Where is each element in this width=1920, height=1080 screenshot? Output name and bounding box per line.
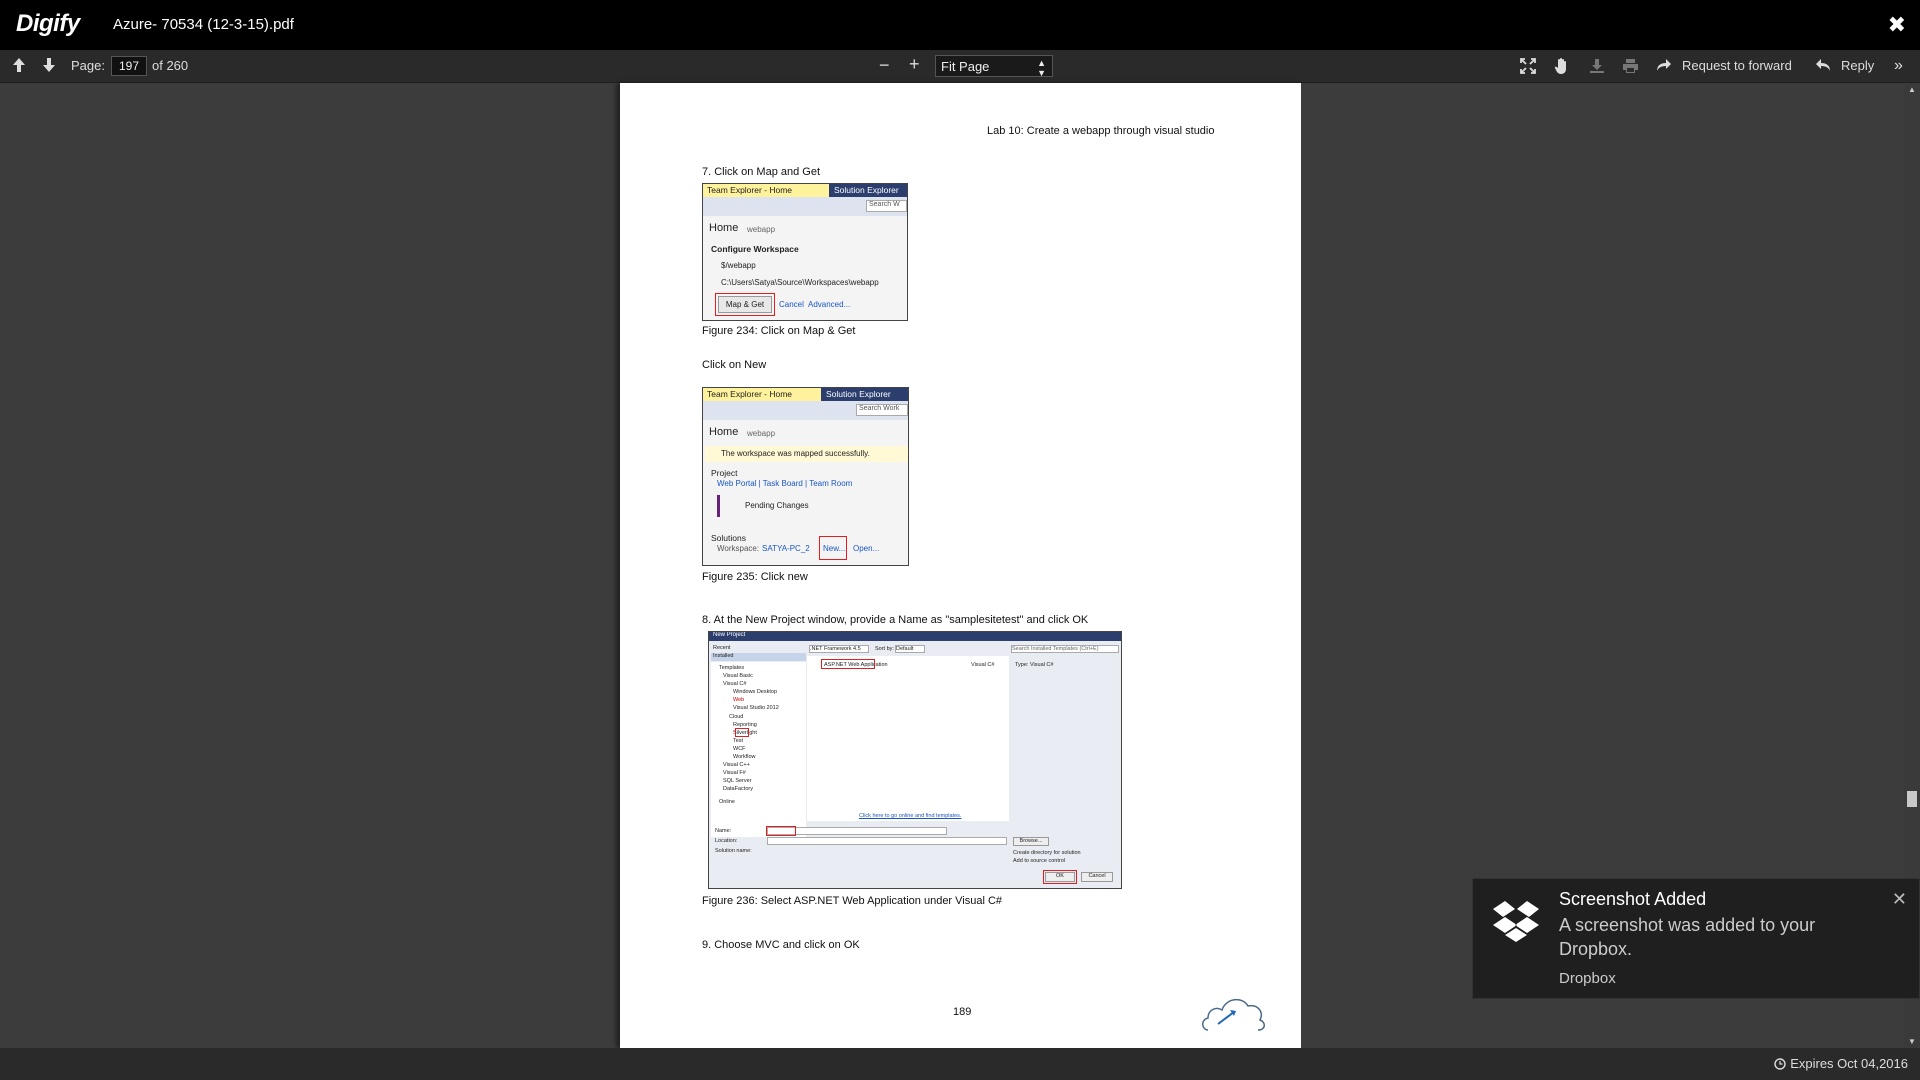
title-bar: Digify Azure- 70534 (12-3-15).pdf ✖ [0, 0, 1920, 50]
np-title: New Project [709, 632, 1121, 641]
np-recent: Recent [713, 645, 731, 651]
te-pending: Pending Changes [745, 501, 809, 510]
np-template-lang: Visual C# [971, 662, 995, 668]
np-create-dir: Create directory for solution [1013, 850, 1081, 856]
clock-icon [1774, 1057, 1786, 1070]
te-info: The workspace was mapped successfully. [721, 449, 870, 458]
figure-235-image: Team Explorer - Home Solution Explorer S… [702, 387, 909, 566]
np-add-src: Add to source control [1013, 858, 1065, 864]
click-new-text: Click on New [702, 359, 767, 371]
np-installed: Installed [711, 653, 806, 661]
tab-team-explorer: Team Explorer - Home [703, 388, 821, 401]
te-open: Open... [853, 544, 880, 553]
te-home: Home [709, 222, 739, 234]
tab-solution-explorer: Solution Explorer [834, 185, 899, 195]
dropbox-icon [1491, 899, 1541, 947]
te-search: Search W [866, 200, 907, 212]
page-label: Page: [71, 58, 105, 73]
fullscreen-icon[interactable] [1520, 58, 1536, 74]
next-page-icon[interactable] [42, 57, 56, 73]
zoom-in-button[interactable]: + [909, 54, 920, 75]
np-cancel: Cancel [1081, 872, 1113, 882]
te-search: Search Work [856, 404, 908, 416]
highlight-box [819, 536, 847, 560]
page-number: 189 [953, 1006, 972, 1018]
np-online-link: Click here to go online and find templat… [859, 813, 962, 819]
step-8: 8. At the New Project window, provide a … [702, 614, 1089, 626]
page-number-input[interactable]: 197 [111, 56, 147, 76]
status-bar: Expires Oct 04,2016 [0, 1048, 1920, 1080]
zoom-out-button[interactable]: − [879, 55, 890, 76]
figure-236-caption: Figure 236: Select ASP.NET Web Applicati… [702, 895, 1003, 907]
reply-button[interactable]: Reply [1841, 58, 1874, 73]
np-solution-label: Solution name: [715, 848, 752, 854]
highlight-box [735, 728, 749, 737]
document-title: Azure- 70534 (12-3-15).pdf [113, 16, 294, 33]
fit-mode-select[interactable]: Fit Page ▲ ▼ [935, 55, 1053, 78]
np-name-label: Name: [715, 828, 732, 834]
close-icon[interactable]: ✖ [1888, 12, 1906, 38]
highlight-box [821, 659, 875, 669]
np-browse: Browse... [1013, 837, 1049, 846]
figure-234-image: Team Explorer - Home Solution Explorer S… [702, 183, 908, 321]
cloud-logo-icon [1200, 988, 1270, 1034]
te-path2: C:\Users\Satya\Source\Workspaces\webapp [721, 278, 879, 287]
te-home: Home [709, 426, 739, 438]
toast-title: Screenshot Added [1559, 889, 1707, 909]
np-template-list [807, 656, 1009, 821]
prev-page-icon[interactable] [12, 57, 26, 73]
np-sort: Sort by: [875, 646, 894, 652]
highlight-box [766, 826, 796, 836]
te-workspace-value: SATYA-PC_2 [762, 544, 810, 553]
te-advanced: Advanced... [808, 300, 851, 309]
scroll-down-icon[interactable]: ▼ [1908, 1037, 1916, 1046]
np-sort-value: Default [895, 645, 925, 653]
app-logo: Digify [16, 10, 80, 37]
print-icon [1622, 58, 1639, 74]
np-search: Search Installed Templates (Ctrl+E) [1011, 645, 1119, 653]
step-7: 7. Click on Map and Get [702, 166, 821, 178]
np-location-label: Location: [715, 838, 738, 844]
pdf-page: Lab 10: Create a webapp through visual s… [620, 83, 1301, 1048]
tab-team-explorer: Team Explorer - Home [703, 184, 829, 197]
figure-236-image: New Project Recent Installed Templates V… [708, 631, 1122, 889]
te-home-sub: webapp [747, 429, 776, 438]
te-home-sub: webapp [747, 225, 776, 234]
scroll-thumb[interactable] [1907, 791, 1917, 807]
hand-tool-icon[interactable] [1554, 57, 1570, 75]
te-path1: $/webapp [721, 261, 756, 270]
reply-icon[interactable] [1815, 58, 1831, 72]
figure-235-caption: Figure 235: Click new [702, 571, 808, 583]
toast-close-icon[interactable]: ✕ [1892, 889, 1907, 910]
step-9: 9. Choose MVC and click on OK [702, 939, 860, 951]
download-icon [1589, 58, 1605, 74]
request-forward-button[interactable]: Request to forward [1682, 58, 1792, 73]
expiry-text: Expires Oct 04,2016 [1790, 1056, 1908, 1071]
te-solutions: Solutions [711, 533, 746, 543]
te-section: Configure Workspace [711, 244, 799, 254]
highlight-box [715, 293, 775, 316]
page-total: of 260 [152, 58, 189, 73]
scroll-up-icon[interactable]: ▲ [1908, 85, 1916, 94]
np-type: Type: Visual C# [1015, 662, 1054, 668]
fit-mode-value: Fit Page [941, 59, 990, 74]
toast-body: A screenshot was added to your Dropbox. [1559, 915, 1816, 959]
dropbox-notification[interactable]: Screenshot Added A screenshot was added … [1472, 878, 1920, 999]
forward-icon[interactable] [1656, 58, 1672, 72]
viewer-toolbar: Page: 197 of 260 − + Fit Page ▲ ▼ Request… [0, 50, 1920, 83]
select-arrows-icon: ▲ ▼ [1037, 58, 1046, 78]
te-project: Project [711, 468, 738, 478]
toast-source: Dropbox [1559, 970, 1616, 987]
page-header: Lab 10: Create a webapp through visual s… [987, 125, 1215, 137]
highlight-box [1043, 870, 1077, 884]
te-workspace-label: Workspace: [717, 544, 760, 553]
te-project-links: Web Portal | Task Board | Team Room [717, 479, 853, 488]
expiry-info: Expires Oct 04,2016 [1774, 1056, 1908, 1071]
more-chevron-icon[interactable]: » [1894, 57, 1903, 75]
te-cancel: Cancel [779, 300, 804, 309]
tab-solution-explorer: Solution Explorer [826, 389, 891, 399]
np-framework: .NET Framework 4.5 [809, 645, 869, 653]
figure-234-caption: Figure 234: Click on Map & Get [702, 325, 856, 337]
np-tree: Templates Visual Basic Visual C# Windows… [711, 662, 806, 837]
